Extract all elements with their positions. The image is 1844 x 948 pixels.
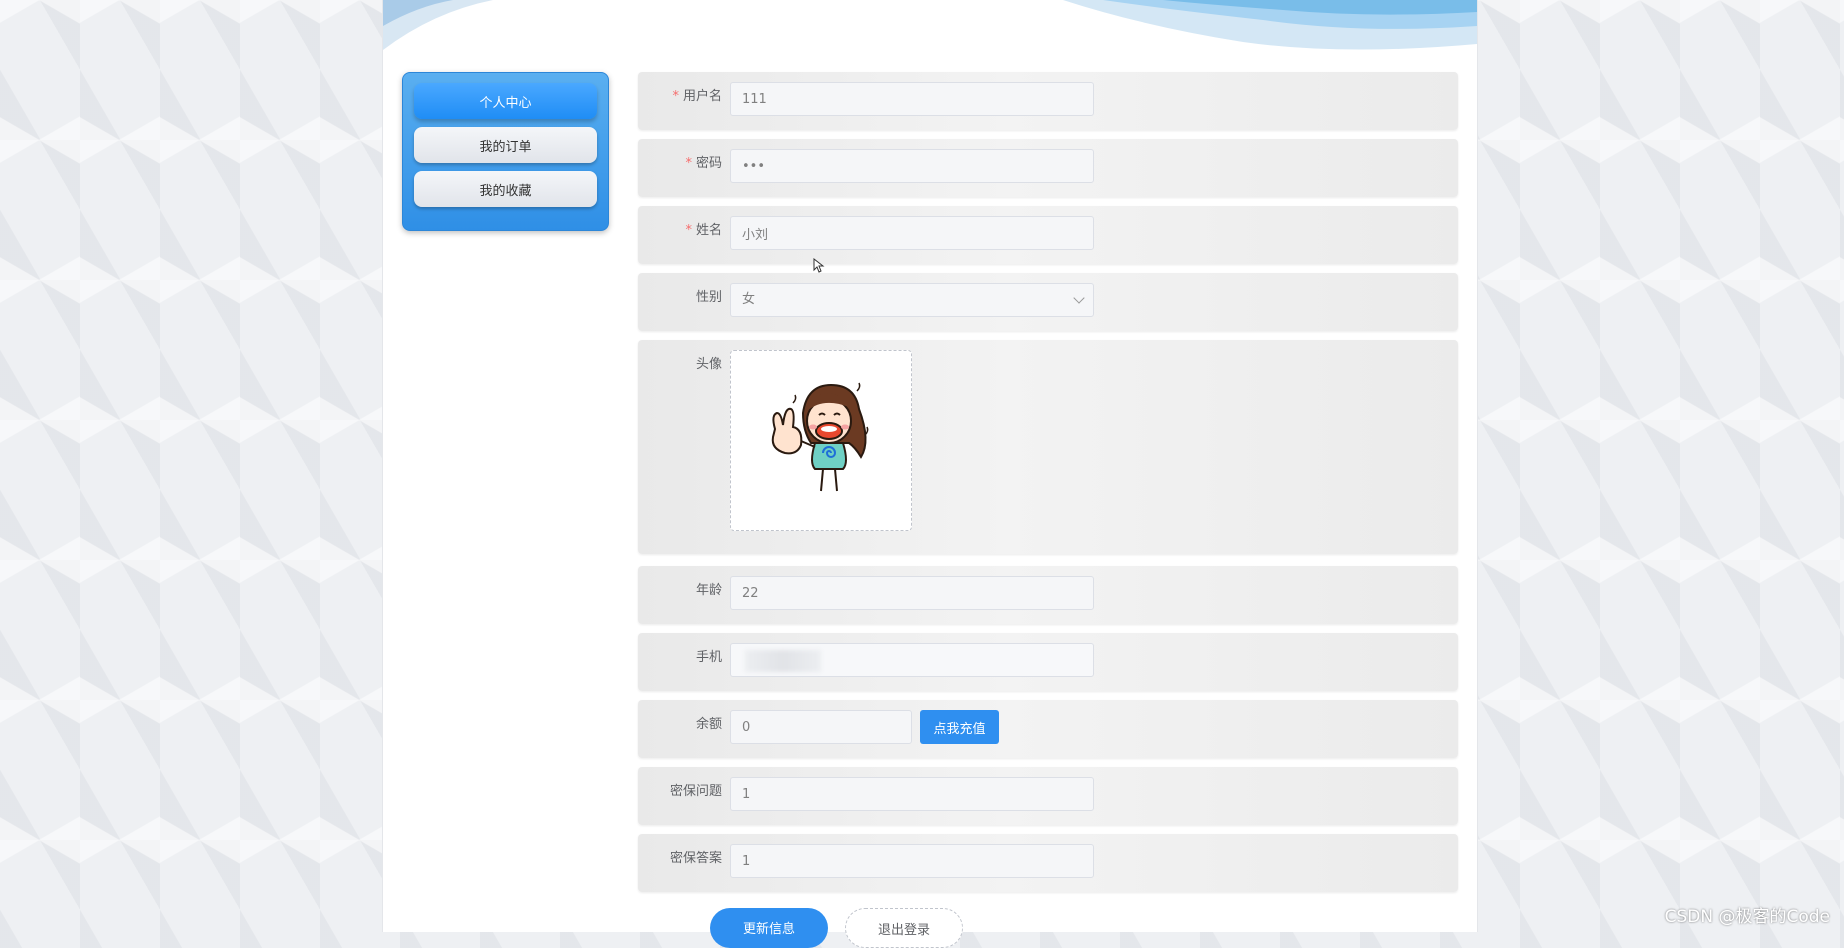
gender-select[interactable]: 女 xyxy=(730,283,1094,317)
form-row-password: * 密码 xyxy=(638,139,1458,197)
name-input[interactable] xyxy=(730,216,1094,250)
name-label: * 姓名 xyxy=(638,222,722,240)
avatar-label: 头像 xyxy=(695,357,722,372)
chevron-down-icon xyxy=(1073,292,1085,304)
avatar-upload[interactable] xyxy=(730,350,912,531)
mouse-cursor-icon xyxy=(813,258,825,273)
sidebar-item-my-favorites[interactable]: 我的收藏 xyxy=(414,171,597,207)
watermark: CSDN @极客的Code xyxy=(1664,907,1830,927)
username-label: * 用户名 xyxy=(638,88,722,106)
security-question-label: 密保问题 xyxy=(669,784,722,799)
phone-redaction xyxy=(745,650,821,672)
balance-label: 余额 xyxy=(695,717,722,732)
security-answer-input[interactable] xyxy=(730,844,1094,878)
security-question-input[interactable] xyxy=(730,777,1094,811)
gender-label: 性别 xyxy=(695,290,722,305)
password-label-text: 密码 xyxy=(695,156,722,171)
name-label-text: 姓名 xyxy=(695,223,722,238)
sidebar-item-personal-center[interactable]: 个人中心 xyxy=(414,83,597,119)
logout-button[interactable]: 退出登录 xyxy=(845,908,963,948)
password-label: * 密码 xyxy=(638,155,722,173)
security-answer-label: 密保答案 xyxy=(669,851,722,866)
gender-select-value: 女 xyxy=(742,292,756,307)
form-row-security-question: 密保问题 xyxy=(638,767,1458,825)
username-label-text: 用户名 xyxy=(682,89,722,104)
age-label: 年龄 xyxy=(695,583,722,598)
required-mark: * xyxy=(685,156,692,171)
form-row-phone: 手机 xyxy=(638,633,1458,691)
main-page: 个人中心 我的订单 我的收藏 *用户名 *密码 *姓名 性别 女 头像 xyxy=(382,0,1478,948)
form-row-username: * 用户名 xyxy=(638,72,1458,130)
header-banner xyxy=(383,0,1477,50)
form-row-avatar: 头像 xyxy=(638,340,1458,554)
form-row-gender: 性别 女 xyxy=(638,273,1458,331)
phone-label: 手机 xyxy=(695,650,722,665)
form-row-age: 年龄 xyxy=(638,566,1458,624)
form-row-security-answer: 密保答案 xyxy=(638,834,1458,892)
required-mark: * xyxy=(672,89,679,104)
recharge-button[interactable]: 点我充值 xyxy=(920,710,999,744)
balance-input[interactable] xyxy=(730,710,912,744)
required-mark: * xyxy=(685,223,692,238)
phone-input[interactable] xyxy=(730,643,1094,677)
password-input[interactable] xyxy=(730,149,1094,183)
age-input[interactable] xyxy=(730,576,1094,610)
form-row-balance: 余额 点我充值 xyxy=(638,700,1458,758)
avatar-image xyxy=(771,382,869,492)
sidebar-item-my-orders[interactable]: 我的订单 xyxy=(414,127,597,163)
form-row-name: * 姓名 xyxy=(638,206,1458,264)
username-input[interactable] xyxy=(730,82,1094,116)
sidebar-menu: 个人中心 我的订单 我的收藏 xyxy=(402,72,609,231)
update-info-button[interactable]: 更新信息 xyxy=(710,908,828,948)
